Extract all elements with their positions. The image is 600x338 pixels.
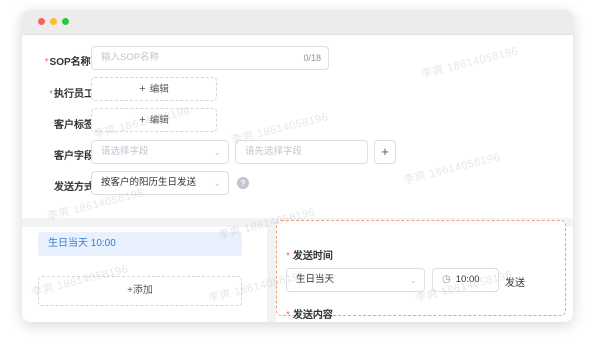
send-content-label: * 发送内容: [286, 310, 333, 321]
send-mode-select[interactable]: 按客户的阳历生日发送 ⌄: [91, 171, 229, 195]
edit-customer-tag-button[interactable]: + 编辑: [91, 108, 217, 132]
sop-name-input[interactable]: 输入SOP名称 0/18: [91, 46, 329, 70]
char-counter: 0/18: [303, 53, 321, 63]
rule-item-selected[interactable]: 生日当天 10:00: [38, 232, 242, 256]
watermark: 李爽 18614058196: [420, 45, 520, 81]
close-window-button[interactable]: [38, 18, 45, 25]
chevron-down-icon: ⌄: [213, 178, 221, 188]
maximize-window-button[interactable]: [62, 18, 69, 25]
add-rule-button[interactable]: +添加: [38, 276, 242, 306]
minimize-window-button[interactable]: [50, 18, 57, 25]
send-time-label: * 发送时间: [286, 251, 333, 262]
rule-detail-panel: * 发送时间 生日当天 ⌄ ◷ 10:00 发送 * 发送内容: [276, 220, 566, 321]
send-suffix-text: 发送: [505, 278, 525, 289]
send-day-select[interactable]: 生日当天 ⌄: [286, 268, 425, 292]
watermark: 李爽 18614058196: [402, 151, 502, 187]
field-value-select[interactable]: 请先选择字段: [235, 140, 368, 164]
sop-name-placeholder: 输入SOP名称: [101, 52, 160, 63]
chevron-down-icon: ⌄: [213, 147, 221, 157]
clock-icon: ◷: [442, 274, 451, 285]
chevron-down-icon: ⌄: [409, 275, 417, 285]
edit-executor-button[interactable]: + 编辑: [91, 77, 217, 101]
plus-icon: +: [139, 83, 146, 95]
send-time-picker[interactable]: ◷ 10:00: [432, 268, 499, 292]
help-icon[interactable]: ?: [237, 177, 249, 189]
field-select[interactable]: 请选择字段 ⌄: [91, 140, 229, 164]
plus-icon: +: [381, 144, 389, 159]
column-divider: [267, 218, 276, 322]
customer-field-label: 客户字段: [54, 151, 94, 162]
customer-tag-label: 客户标签: [54, 120, 94, 131]
add-field-button[interactable]: +: [374, 140, 396, 164]
executor-label: *执行员工: [49, 89, 94, 100]
window-titlebar: [22, 10, 573, 35]
app-window: *SOP名称: 输入SOP名称 0/18 *执行员工 + 编辑 客户标签 + 编辑 …: [22, 10, 573, 322]
plus-icon: +: [139, 114, 146, 126]
send-mode-label: 发送方式: [54, 182, 94, 193]
sop-name-label: *SOP名称:: [44, 57, 94, 68]
